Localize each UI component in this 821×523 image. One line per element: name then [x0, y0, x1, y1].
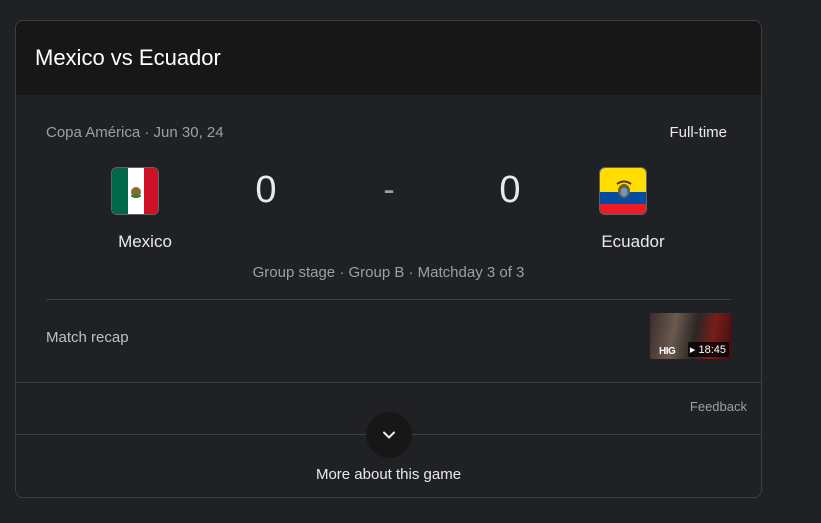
competition-date: Copa América · Jun 30, 24: [46, 124, 224, 141]
home-team-name[interactable]: Mexico: [75, 232, 215, 252]
score-separator: -: [383, 171, 395, 209]
card-title[interactable]: Mexico vs Ecuador: [35, 45, 221, 71]
away-score: 0: [499, 169, 521, 211]
home-score: 0: [255, 169, 277, 211]
match-status: Full-time: [669, 124, 727, 141]
ecuador-flag-icon[interactable]: [599, 167, 647, 215]
match-card: Mexico vs Ecuador Copa América · Jun 30,…: [15, 20, 762, 498]
divider: [16, 382, 761, 383]
match-recap-label[interactable]: Match recap: [46, 329, 129, 346]
match-stage: Group stage · Group B · Matchday 3 of 3: [252, 264, 525, 281]
mexico-flag-icon[interactable]: [111, 167, 159, 215]
divider: [46, 299, 731, 300]
video-duration: ▸ 18:45: [687, 342, 729, 357]
expand-button[interactable]: [366, 412, 412, 458]
chevron-down-icon: [383, 431, 395, 439]
away-team-name[interactable]: Ecuador: [563, 232, 703, 252]
recap-video-thumbnail[interactable]: HIG ▸ 18:45: [650, 313, 731, 359]
more-about-game-link[interactable]: More about this game: [16, 466, 761, 483]
card-header: Mexico vs Ecuador: [16, 21, 761, 95]
thumbnail-text: HIG: [659, 346, 676, 357]
feedback-link[interactable]: Feedback: [690, 399, 747, 414]
